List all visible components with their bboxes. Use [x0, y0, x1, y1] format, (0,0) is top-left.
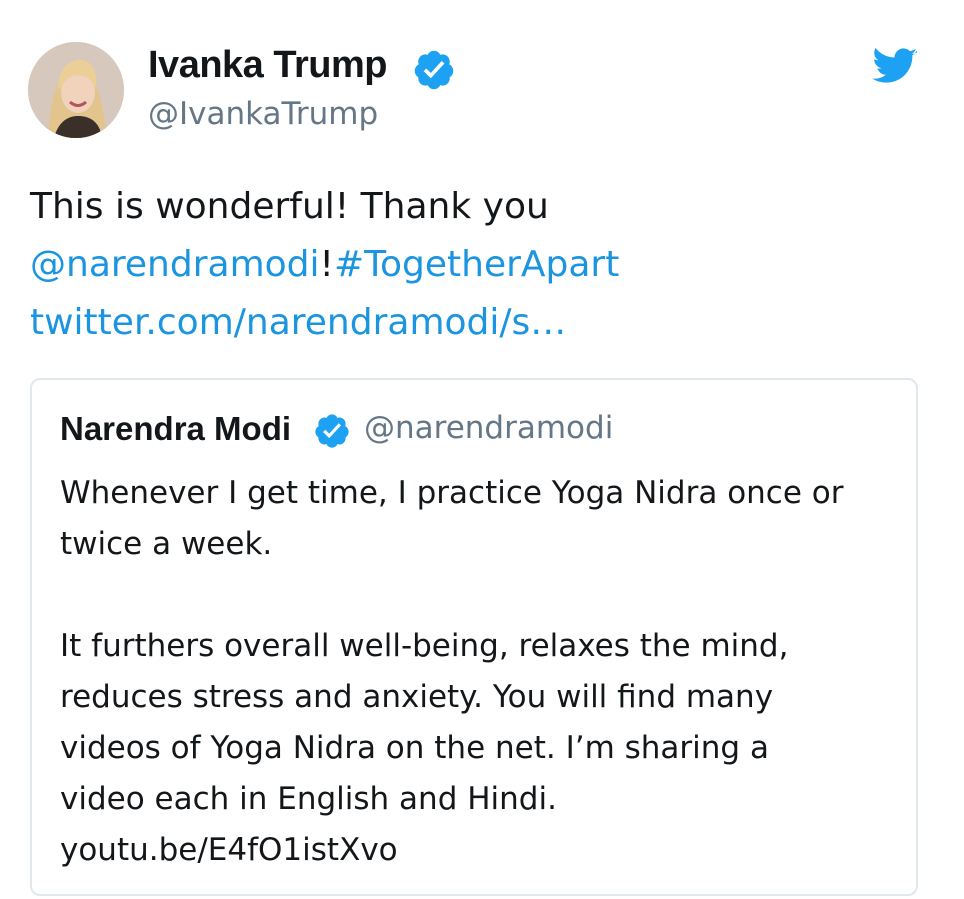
verified-badge-icon — [414, 50, 454, 90]
twitter-bird-icon[interactable] — [872, 48, 918, 86]
avatar-portrait — [28, 42, 124, 138]
quoted-text-line: twice a week. — [60, 526, 273, 562]
quoted-text-line: video each in English and Hindi. — [60, 781, 557, 817]
mention-suffix: ! — [319, 244, 334, 285]
author-avatar[interactable] — [28, 42, 124, 138]
quoted-text-line: reduces stress and anxiety. You will fin… — [60, 679, 774, 715]
quoted-text-line: videos of Yoga Nidra on the net. I’m sha… — [60, 730, 769, 766]
quoted-youtube-link[interactable]: youtu.be/E4fO1istXvo — [60, 825, 844, 876]
author-handle[interactable]: @IvankaTrump — [148, 96, 378, 132]
tweet-text-line: @narendramodi!#TogetherApart — [30, 236, 619, 294]
quoted-tweet-card[interactable]: Narendra Modi @narendramodi Whenever I g… — [30, 378, 918, 896]
tweet-text: This is wonderful! Thank you @narendramo… — [30, 178, 619, 352]
mention-link[interactable]: @narendramodi — [30, 244, 320, 285]
author-name[interactable]: Ivanka Trump — [148, 44, 387, 87]
tweet-text-line: This is wonderful! Thank you — [30, 186, 549, 227]
quoted-tweet-link[interactable]: twitter.com/narendramodi/s… — [30, 294, 619, 352]
verified-badge-icon — [315, 414, 349, 448]
quoted-tweet-text: Whenever I get time, I practice Yoga Nid… — [60, 468, 844, 876]
quoted-text-line: Whenever I get time, I practice Yoga Nid… — [60, 475, 844, 511]
quoted-author-name[interactable]: Narendra Modi — [60, 410, 291, 448]
quoted-text-line: It furthers overall well-being, relaxes … — [60, 628, 789, 664]
quoted-author-handle[interactable]: @narendramodi — [364, 410, 613, 446]
hashtag-link[interactable]: #TogetherApart — [334, 244, 619, 285]
